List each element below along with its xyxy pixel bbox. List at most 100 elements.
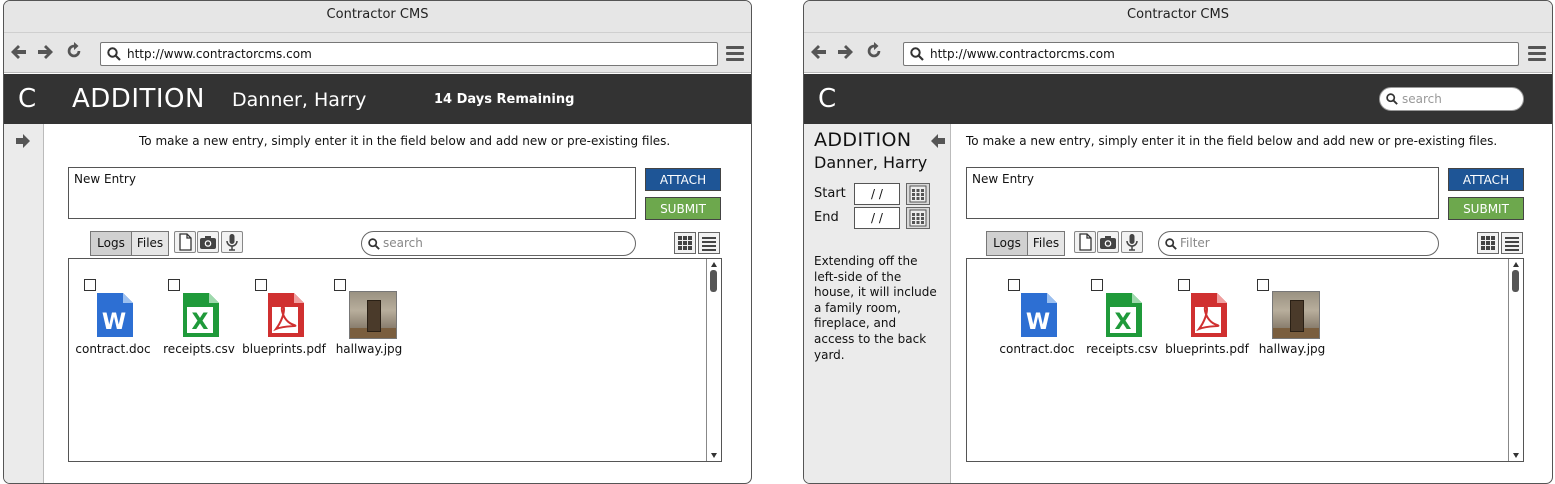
search-icon [107,47,121,61]
expand-sidebar-arrow-icon[interactable] [15,133,31,149]
hamburger-menu-icon[interactable] [726,46,744,61]
url-bar[interactable]: http://www.contractorcms.com [100,42,718,66]
svg-text:W: W [102,310,126,335]
project-client-name: Danner, Harry [232,89,367,111]
microphone-button[interactable] [221,231,243,253]
image-thumbnail [349,291,397,339]
search-placeholder: search [383,236,423,250]
files-filter-input[interactable]: Filter [1158,231,1439,256]
reload-icon[interactable] [64,42,84,64]
document-icon [179,233,192,251]
files-search-input[interactable]: search [361,231,636,256]
file-checkbox[interactable] [1257,279,1269,291]
collapse-sidebar-arrow-icon[interactable] [930,133,946,149]
app-logo[interactable]: C [818,84,836,114]
window-title: Contractor CMS [804,1,1552,33]
camera-icon [1100,236,1116,249]
submit-button[interactable]: SUBMIT [1448,197,1524,220]
filter-placeholder: Filter [1180,236,1210,250]
file-checkbox[interactable] [84,279,96,291]
list-view-button[interactable] [1501,232,1523,254]
file-name: blueprints.pdf [242,342,326,356]
pdf-icon [268,293,304,337]
window-title: Contractor CMS [4,1,751,33]
instructions-text: To make a new entry, simply enter it in … [139,134,671,148]
forward-arrow-icon[interactable] [834,42,854,64]
file-name: hallway.jpg [1258,342,1326,356]
project-sidebar: ADDITION Danner, Harry Start / / End / /… [804,124,951,483]
file-checkbox[interactable] [1091,279,1103,291]
scrollbar[interactable] [706,259,721,461]
url-text: http://www.contractorcms.com [930,47,1115,61]
tab-logs[interactable]: Logs [986,231,1028,256]
excel-csv-icon: X [183,293,219,337]
app-header: C search [804,74,1552,124]
end-date-field[interactable]: / / [854,207,900,229]
grid-view-button[interactable] [1477,232,1499,254]
app-header: C ADDITION Danner, Harry 14 Days Remaini… [4,74,751,124]
file-browser-pane: W contract.doc X receipts.csv blueprints… [68,258,722,462]
file-browser-pane: W contract.doc X receipts.csv blueprints… [966,258,1524,462]
file-checkbox[interactable] [168,279,180,291]
svg-text:X: X [192,310,209,335]
tab-files[interactable]: Files [131,231,169,256]
global-search-input[interactable]: search [1379,87,1524,111]
new-entry-textarea[interactable]: New Entry [68,167,636,219]
file-checkbox[interactable] [334,279,346,291]
start-date-field[interactable]: / / [854,183,900,205]
tab-logs[interactable]: Logs [90,231,132,256]
microphone-button[interactable] [1121,231,1143,253]
new-document-button[interactable] [1074,231,1096,253]
new-document-button[interactable] [174,231,196,253]
forward-arrow-icon[interactable] [34,42,54,64]
file-checkbox[interactable] [1178,279,1190,291]
browser-window-expanded: Contractor CMS http://www.contractorcms.… [803,0,1553,484]
camera-button[interactable] [1097,231,1119,253]
grid-view-button[interactable] [674,232,696,254]
list-view-icon [1505,237,1519,251]
file-name: receipts.csv [163,342,235,356]
hamburger-menu-icon[interactable] [1528,46,1546,61]
grid-view-icon [1481,236,1495,250]
file-checkbox[interactable] [255,279,267,291]
start-calendar-button[interactable] [906,183,930,205]
project-title: ADDITION [72,84,205,114]
browser-navbar: http://www.contractorcms.com [4,33,751,73]
pdf-icon [1191,293,1227,337]
list-view-button[interactable] [698,232,720,254]
excel-csv-icon: X [1106,293,1142,337]
microphone-icon [1126,234,1138,251]
file-name: blueprints.pdf [1165,342,1249,356]
file-name: receipts.csv [1086,342,1158,356]
svg-text:W: W [1026,310,1050,335]
tab-files[interactable]: Files [1027,231,1065,256]
grid-view-icon [678,236,692,250]
attach-button[interactable]: ATTACH [645,168,721,191]
days-remaining-badge: 14 Days Remaining [434,92,575,107]
word-doc-icon: W [97,293,133,337]
new-entry-textarea[interactable]: New Entry [966,167,1439,219]
end-calendar-button[interactable] [906,207,930,229]
submit-button[interactable]: SUBMIT [645,197,721,220]
image-thumbnail [1272,291,1320,339]
scrollbar[interactable] [1508,259,1523,461]
camera-button[interactable] [197,231,219,253]
file-name: contract.doc [75,342,151,356]
app-logo[interactable]: C [18,84,36,114]
instructions-text: To make a new entry, simply enter it in … [966,134,1498,148]
start-date-label: Start [814,186,846,201]
back-arrow-icon[interactable] [10,42,30,64]
microphone-icon [226,234,238,251]
url-bar[interactable]: http://www.contractorcms.com [903,42,1519,66]
attach-button[interactable]: ATTACH [1448,168,1524,191]
back-arrow-icon[interactable] [810,42,830,64]
reload-icon[interactable] [864,42,884,64]
svg-text:X: X [1115,310,1132,335]
word-doc-icon: W [1021,293,1057,337]
collapsed-sidebar [4,124,44,483]
search-placeholder: search [1402,92,1442,106]
search-icon [1386,93,1398,105]
browser-window-collapsed: Contractor CMS http://www.contractorcms.… [3,0,752,484]
file-checkbox[interactable] [1008,279,1020,291]
calendar-icon [909,185,927,203]
